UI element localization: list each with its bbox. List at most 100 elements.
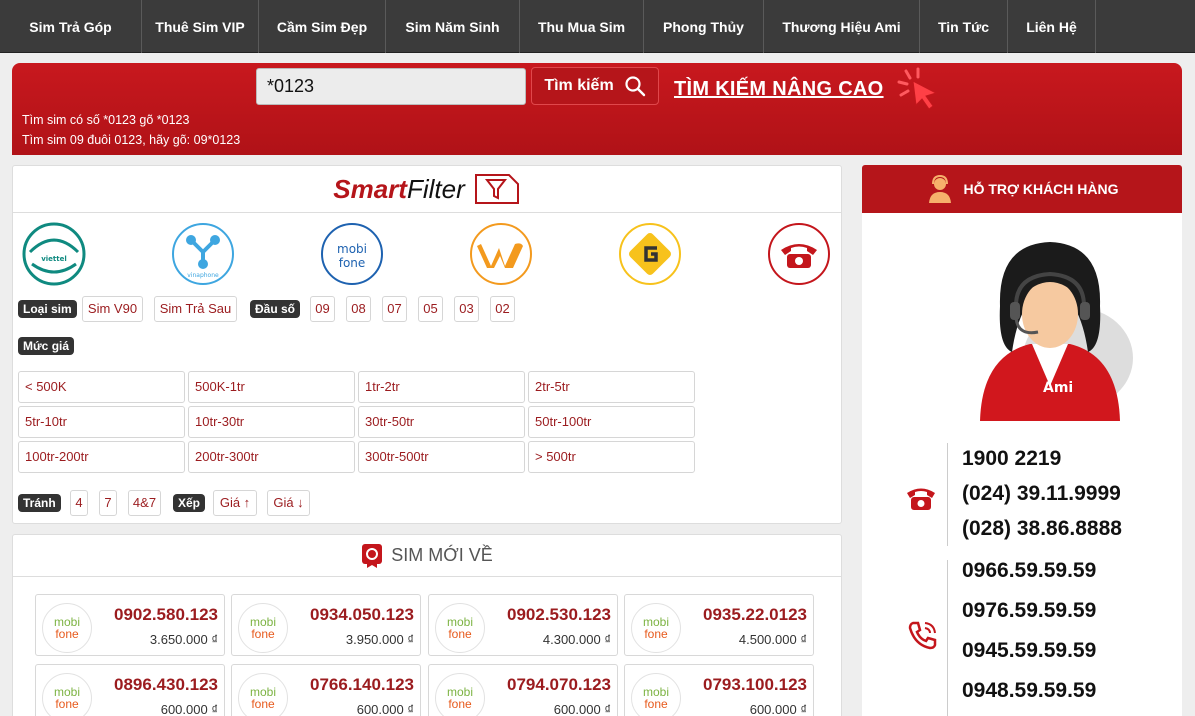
cursor-click-icon xyxy=(897,67,938,110)
mobile-number[interactable]: 0966.59.59.59 xyxy=(962,559,1096,583)
smart-filter-title-b: Filter xyxy=(406,173,465,204)
logo-text-bottom: fone xyxy=(55,697,79,711)
muc-gia-label: Mức giá xyxy=(18,337,75,355)
chip-dau-so-09[interactable]: 09 xyxy=(310,296,335,322)
landline-hanoi[interactable]: (024) 39.11.9999 xyxy=(962,482,1121,506)
sim-card[interactable]: mobi fone 0902.580.123 3.650.000 ₫ xyxy=(35,594,225,656)
filter-icon xyxy=(474,174,519,204)
support-agent-illustration: Ami xyxy=(980,242,1133,421)
top-navigation: Sim Trả Góp Thuê Sim VIP Cầm Sim Đẹp Sim… xyxy=(0,0,1195,53)
divider-mobile xyxy=(947,560,948,716)
viettel-icon: viettel xyxy=(22,222,86,286)
smart-filter-header: SmartFilter xyxy=(13,166,841,213)
price-range-option[interactable]: < 500K xyxy=(18,371,185,403)
chip-tranh-4-7[interactable]: 4&7 xyxy=(128,490,161,516)
sim-card[interactable]: mobi fone 0766.140.123 600.000 ₫ xyxy=(231,664,421,716)
mobifone-icon: mobi fone xyxy=(321,223,383,285)
hotline-number[interactable]: 1900 2219 xyxy=(962,447,1061,471)
network-viettel-logo[interactable]: viettel xyxy=(22,222,86,286)
price-range-option[interactable]: 300tr-500tr xyxy=(358,441,525,473)
price-range-option[interactable]: 500K-1tr xyxy=(188,371,355,403)
divider-landline xyxy=(947,443,948,546)
sim-number: 0935.22.0123 xyxy=(703,605,807,624)
logo-text-bottom: fone xyxy=(448,697,472,711)
price-range-option[interactable]: 100tr-200tr xyxy=(18,441,185,473)
price-range-option[interactable]: 50tr-100tr xyxy=(528,406,695,438)
mobile-number[interactable]: 0948.59.59.59 xyxy=(962,679,1096,703)
sim-price: 600.000 ₫ xyxy=(356,702,414,716)
network-gmobile-logo[interactable] xyxy=(618,222,682,286)
sim-card[interactable]: mobi fone 0902.530.123 4.300.000 ₫ xyxy=(428,594,618,656)
chip-dau-so-05[interactable]: 05 xyxy=(418,296,443,322)
mobile-number[interactable]: 0945.59.59.59 xyxy=(962,639,1096,663)
svg-text:viettel: viettel xyxy=(41,255,67,263)
vietnamobile-icon xyxy=(470,223,532,285)
sim-number: 0902.580.123 xyxy=(114,605,218,624)
logo-text-bottom: fone xyxy=(55,627,79,641)
network-vinaphone-logo[interactable]: vinaphone xyxy=(171,222,235,286)
sort-price-desc[interactable]: Giá ↓ xyxy=(267,490,310,516)
nav-thu-mua-sim[interactable]: Thu Mua Sim xyxy=(520,0,644,53)
loai-sim-label: Loại sim xyxy=(18,300,77,318)
mobifone-logo-icon: mobi fone xyxy=(42,603,92,653)
sim-price: 3.950.000 ₫ xyxy=(345,632,414,647)
smart-filter-panel: SmartFilter viettel vinaphone mobi fone … xyxy=(12,165,842,524)
mobifone-logo-icon: mobi fone xyxy=(42,673,92,716)
nav-phong-thuy[interactable]: Phong Thủy xyxy=(644,0,764,53)
chip-dau-so-07[interactable]: 07 xyxy=(382,296,407,322)
price-range-option[interactable]: 10tr-30tr xyxy=(188,406,355,438)
price-range-option[interactable]: 2tr-5tr xyxy=(528,371,695,403)
chip-tranh-7[interactable]: 7 xyxy=(99,490,117,516)
mobile-number[interactable]: 0976.59.59.59 xyxy=(962,599,1096,623)
nav-thue-sim-vip[interactable]: Thuê Sim VIP xyxy=(142,0,259,53)
network-itelecom-logo[interactable] xyxy=(767,222,831,286)
sim-number: 0902.530.123 xyxy=(507,605,611,624)
search-hint-1: Tìm sim có số *0123 gõ *0123 xyxy=(22,113,190,127)
logo-text-bottom: fone xyxy=(644,627,668,641)
sim-price: 4.300.000 ₫ xyxy=(542,632,611,647)
nav-cam-sim-dep[interactable]: Cầm Sim Đẹp xyxy=(259,0,386,53)
advanced-search-link[interactable]: TÌM KIẾM NÂNG CAO xyxy=(674,78,884,101)
mobifone-logo-icon: mobi fone xyxy=(435,603,485,653)
search-icon xyxy=(625,76,645,97)
price-range-option[interactable]: 5tr-10tr xyxy=(18,406,185,438)
sim-card[interactable]: mobi fone 0896.430.123 600.000 ₫ xyxy=(35,664,225,716)
mobifone-logo-icon: mobi fone xyxy=(435,673,485,716)
nav-tin-tuc[interactable]: Tin Tức xyxy=(920,0,1008,53)
nav-lien-he[interactable]: Liên Hệ xyxy=(1008,0,1096,53)
sort-price-asc[interactable]: Giá ↑ xyxy=(213,490,257,516)
chip-dau-so-08[interactable]: 08 xyxy=(346,296,371,322)
network-mobifone-logo[interactable]: mobi fone xyxy=(320,222,384,286)
nav-sim-tra-gop[interactable]: Sim Trả Góp xyxy=(0,0,142,53)
price-range-option[interactable]: 30tr-50tr xyxy=(358,406,525,438)
landline-hcm[interactable]: (028) 38.86.8888 xyxy=(962,517,1122,541)
chip-sim-v90[interactable]: Sim V90 xyxy=(82,296,143,322)
smart-filter-title: SmartFilter xyxy=(333,174,464,205)
nav-sim-nam-sinh[interactable]: Sim Năm Sinh xyxy=(386,0,520,53)
new-sims-header: SIM MỚI VỀ xyxy=(13,535,841,577)
telephone-icon xyxy=(907,488,935,510)
price-range-option[interactable]: 1tr-2tr xyxy=(358,371,525,403)
price-range-option[interactable]: > 500tr xyxy=(528,441,695,473)
search-input[interactable] xyxy=(256,68,526,105)
sim-card[interactable]: mobi fone 0794.070.123 600.000 ₫ xyxy=(428,664,618,716)
sim-number: 0934.050.123 xyxy=(310,605,414,624)
price-range-option[interactable]: 200tr-300tr xyxy=(188,441,355,473)
search-button[interactable]: Tìm kiếm xyxy=(531,67,659,105)
new-sims-panel: SIM MỚI VỀ mobi fone 0902.580.123 3.650.0… xyxy=(12,534,842,716)
nav-thuong-hieu-ami[interactable]: Thương Hiệu Ami xyxy=(764,0,920,53)
chip-dau-so-02[interactable]: 02 xyxy=(490,296,515,322)
network-vietnamobile-logo[interactable] xyxy=(469,222,533,286)
logo-text-bottom: fone xyxy=(251,697,275,711)
sim-card[interactable]: mobi fone 0935.22.0123 4.500.000 ₫ xyxy=(624,594,814,656)
sim-card[interactable]: mobi fone 0934.050.123 3.950.000 ₫ xyxy=(231,594,421,656)
svg-text:mobi: mobi xyxy=(337,242,367,256)
chip-tranh-4[interactable]: 4 xyxy=(70,490,88,516)
sim-price: 600.000 ₫ xyxy=(749,702,807,716)
chip-dau-so-03[interactable]: 03 xyxy=(454,296,479,322)
chip-sim-tra-sau[interactable]: Sim Trả Sau xyxy=(154,296,237,322)
sim-card[interactable]: mobi fone 0793.100.123 600.000 ₫ xyxy=(624,664,814,716)
logo-text-bottom: fone xyxy=(644,697,668,711)
badge-icon xyxy=(362,543,383,568)
